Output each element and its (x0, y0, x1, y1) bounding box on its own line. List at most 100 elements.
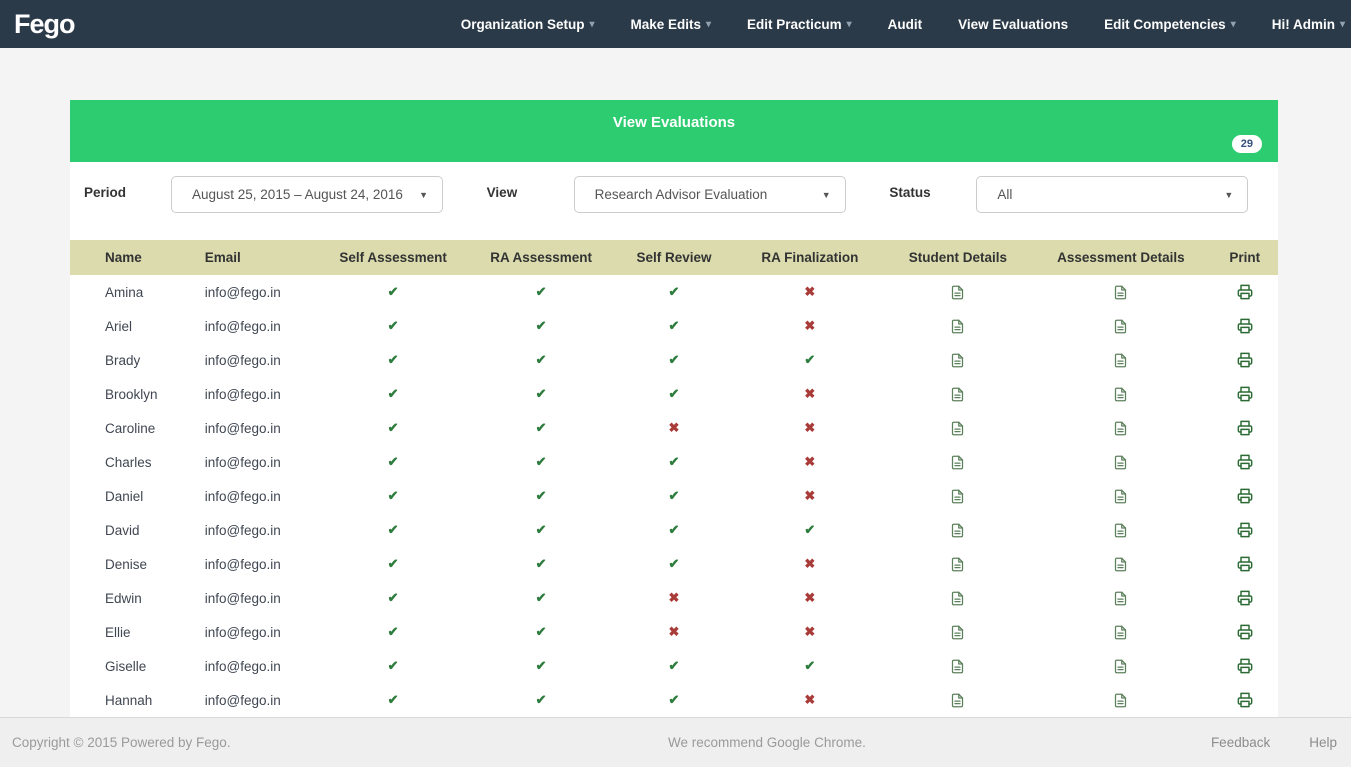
self-review-status: ✔ (614, 445, 735, 479)
nav-item-admin-account[interactable]: Hi! Admin ▾ (1254, 0, 1349, 48)
table-row: Giselle info@fego.in ✔ ✔ ✔ ✔ (70, 649, 1278, 683)
period-select-value: August 25, 2015 – August 24, 2016 (192, 187, 403, 202)
ra-finalization-status: ✖ (734, 309, 885, 343)
self-assessment-status: ✔ (318, 411, 469, 445)
evaluations-table: Name Email Self Assessment RA Assessment… (70, 240, 1278, 717)
ra-assessment-status: ✔ (469, 445, 614, 479)
period-label: Period (70, 176, 171, 200)
nav-item-organization-setup[interactable]: Organization Setup ▾ (443, 0, 613, 48)
ra-finalization-status: ✔ (734, 649, 885, 683)
assessment-details-icon[interactable] (1113, 319, 1128, 334)
status-label: Status (875, 176, 976, 200)
print-icon[interactable] (1237, 454, 1253, 470)
assessment-details-icon[interactable] (1113, 557, 1128, 572)
table-row: David info@fego.in ✔ ✔ ✔ ✔ (70, 513, 1278, 547)
student-details-icon[interactable] (950, 387, 965, 402)
assessment-details-icon[interactable] (1113, 625, 1128, 640)
table-row: Amina info@fego.in ✔ ✔ ✔ ✖ (70, 275, 1278, 309)
ra-finalization-status: ✖ (734, 275, 885, 309)
student-details-icon[interactable] (950, 591, 965, 606)
self-assessment-status: ✔ (318, 649, 469, 683)
student-details-icon[interactable] (950, 353, 965, 368)
assessment-details-icon[interactable] (1113, 353, 1128, 368)
student-name: Brady (70, 343, 185, 377)
assessment-details-icon[interactable] (1113, 659, 1128, 674)
print-icon[interactable] (1237, 352, 1253, 368)
assessment-details-icon[interactable] (1113, 455, 1128, 470)
page-title: View Evaluations (70, 100, 1278, 131)
assessment-details-icon[interactable] (1113, 489, 1128, 504)
student-name: Brooklyn (70, 377, 185, 411)
print-icon[interactable] (1237, 658, 1253, 674)
print-icon[interactable] (1237, 284, 1253, 300)
student-name: Charles (70, 445, 185, 479)
assessment-details-icon[interactable] (1113, 285, 1128, 300)
ra-finalization-status: ✖ (734, 377, 885, 411)
student-details-icon[interactable] (950, 659, 965, 674)
print-icon[interactable] (1237, 318, 1253, 334)
print-icon[interactable] (1237, 488, 1253, 504)
ra-assessment-status: ✔ (469, 649, 614, 683)
self-assessment-status: ✔ (318, 377, 469, 411)
feedback-link[interactable]: Feedback (1211, 735, 1270, 750)
view-select[interactable]: Research Advisor Evaluation ▼ (574, 176, 846, 213)
student-email: info@fego.in (185, 445, 318, 479)
print-icon[interactable] (1237, 386, 1253, 402)
filters-bar: Period August 25, 2015 – August 24, 2016… (70, 162, 1278, 240)
student-details-icon[interactable] (950, 319, 965, 334)
period-select[interactable]: August 25, 2015 – August 24, 2016 ▼ (171, 176, 443, 213)
brand-logo[interactable]: Fego (8, 9, 81, 40)
student-details-icon[interactable] (950, 285, 965, 300)
table-row: Caroline info@fego.in ✔ ✔ ✖ ✖ (70, 411, 1278, 445)
ra-assessment-status: ✔ (469, 377, 614, 411)
student-name: David (70, 513, 185, 547)
self-review-status: ✖ (614, 615, 735, 649)
print-icon[interactable] (1237, 420, 1253, 436)
browser-recommendation-text: We recommend Google Chrome. (668, 735, 866, 750)
student-name: Hannah (70, 683, 185, 717)
student-name: Daniel (70, 479, 185, 513)
student-email: info@fego.in (185, 547, 318, 581)
help-link[interactable]: Help (1309, 735, 1337, 750)
student-details-icon[interactable] (950, 523, 965, 538)
dropdown-caret-icon: ▼ (1224, 190, 1233, 200)
print-icon[interactable] (1237, 556, 1253, 572)
nav-item-view-evaluations[interactable]: View Evaluations (940, 0, 1086, 48)
ra-finalization-status: ✖ (734, 683, 885, 717)
self-assessment-status: ✔ (318, 343, 469, 377)
student-email: info@fego.in (185, 377, 318, 411)
student-name: Amina (70, 275, 185, 309)
nav-item-make-edits[interactable]: Make Edits ▾ (612, 0, 729, 48)
print-icon[interactable] (1237, 624, 1253, 640)
student-details-icon[interactable] (950, 693, 965, 708)
student-details-icon[interactable] (950, 557, 965, 572)
student-details-icon[interactable] (950, 489, 965, 504)
assessment-details-icon[interactable] (1113, 591, 1128, 606)
assessment-details-icon[interactable] (1113, 523, 1128, 538)
status-select[interactable]: All ▼ (976, 176, 1248, 213)
print-icon[interactable] (1237, 590, 1253, 606)
chevron-down-icon: ▾ (589, 19, 594, 30)
self-review-status: ✖ (614, 581, 735, 615)
footer-links: Feedback Help (1211, 735, 1337, 750)
nav-item-audit[interactable]: Audit (870, 0, 941, 48)
student-details-icon[interactable] (950, 455, 965, 470)
assessment-details-icon[interactable] (1113, 421, 1128, 436)
student-name: Denise (70, 547, 185, 581)
student-details-icon[interactable] (950, 421, 965, 436)
student-details-icon[interactable] (950, 625, 965, 640)
chevron-down-icon: ▾ (706, 19, 711, 30)
nav-item-edit-competencies[interactable]: Edit Competencies ▾ (1086, 0, 1254, 48)
column-header-ra-assessment: RA Assessment (469, 240, 614, 275)
dropdown-caret-icon: ▼ (419, 190, 428, 200)
student-email: info@fego.in (185, 411, 318, 445)
nav-item-edit-practicum[interactable]: Edit Practicum ▾ (729, 0, 870, 48)
ra-finalization-status: ✖ (734, 411, 885, 445)
ra-assessment-status: ✔ (469, 411, 614, 445)
assessment-details-icon[interactable] (1113, 387, 1128, 402)
assessment-details-icon[interactable] (1113, 693, 1128, 708)
print-icon[interactable] (1237, 692, 1253, 708)
print-icon[interactable] (1237, 522, 1253, 538)
view-label: View (473, 176, 574, 200)
table-row: Denise info@fego.in ✔ ✔ ✔ ✖ (70, 547, 1278, 581)
